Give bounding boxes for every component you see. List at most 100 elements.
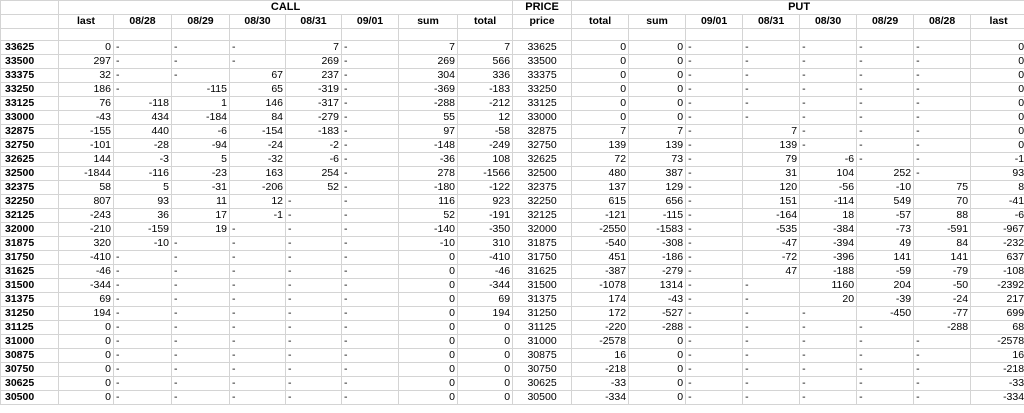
put-cell[interactable]: - (799, 124, 858, 139)
call-cell[interactable]: 5 (171, 152, 230, 167)
put-cell[interactable]: 141 (856, 250, 915, 265)
put-cell[interactable]: - (799, 110, 858, 125)
call-cell[interactable]: 0 (398, 250, 458, 265)
call-cell[interactable]: 76 (58, 96, 114, 111)
call-cell[interactable]: - (341, 82, 399, 97)
call-cell[interactable]: - (171, 390, 230, 405)
call-cell[interactable]: -191 (456, 208, 514, 223)
put-cell[interactable]: - (799, 96, 858, 111)
call-cell[interactable]: - (171, 306, 230, 321)
put-cell[interactable]: 0 (628, 110, 687, 125)
put-cell[interactable]: - (913, 68, 972, 83)
put-cell[interactable]: -186 (628, 250, 687, 265)
put-cell[interactable]: 0 (628, 348, 687, 363)
call-cell[interactable]: -6 (171, 124, 230, 139)
put-cell[interactable]: - (856, 54, 915, 69)
call-cell[interactable]: - (341, 96, 399, 111)
call-cell[interactable]: - (341, 40, 399, 55)
put-col-header[interactable]: 09/01 (685, 14, 744, 29)
put-cell[interactable]: - (685, 292, 744, 307)
call-cell[interactable]: 7 (285, 40, 342, 55)
put-cell[interactable]: - (799, 138, 858, 153)
call-cell[interactable]: - (113, 390, 172, 405)
put-cell[interactable]: -384 (799, 222, 858, 237)
empty-cell[interactable] (456, 28, 514, 41)
call-cell[interactable]: -2 (285, 138, 342, 153)
call-cell[interactable]: -183 (285, 124, 342, 139)
call-cell[interactable]: - (285, 348, 342, 363)
call-cell[interactable]: 254 (285, 166, 342, 181)
put-cell[interactable]: 93 (970, 166, 1024, 181)
call-cell[interactable]: 0 (456, 390, 514, 405)
put-cell[interactable]: 75 (913, 180, 972, 195)
put-cell[interactable]: - (685, 110, 744, 125)
put-cell[interactable]: -6 (970, 208, 1024, 223)
call-cell[interactable]: -159 (113, 222, 172, 237)
put-cell[interactable]: 204 (856, 278, 915, 293)
call-cell[interactable]: - (171, 376, 230, 391)
put-cell[interactable]: 615 (571, 194, 630, 209)
price-cell[interactable]: 32875 (512, 124, 573, 139)
call-cell[interactable]: 0 (58, 376, 114, 391)
put-cell[interactable]: - (685, 152, 744, 167)
put-col-header[interactable]: 08/28 (913, 14, 972, 29)
call-cell[interactable]: -317 (285, 96, 342, 111)
call-cell[interactable]: - (113, 306, 172, 321)
put-cell[interactable]: - (856, 110, 915, 125)
call-cell[interactable]: 0 (58, 320, 114, 335)
put-col-header[interactable]: 08/29 (856, 14, 915, 29)
call-cell[interactable]: - (113, 320, 172, 335)
put-cell[interactable]: -396 (799, 250, 858, 265)
call-cell[interactable]: -319 (285, 82, 342, 97)
empty-cell[interactable] (628, 28, 687, 41)
strike-label[interactable]: 32625 (0, 152, 59, 167)
put-cell[interactable]: 0 (628, 334, 687, 349)
put-cell[interactable]: -47 (742, 236, 801, 251)
call-cell[interactable]: -118 (113, 96, 172, 111)
call-cell[interactable]: 923 (456, 194, 514, 209)
put-cell[interactable]: -540 (571, 236, 630, 251)
call-cell[interactable]: 278 (398, 166, 458, 181)
put-cell[interactable]: 70 (913, 194, 972, 209)
call-cell[interactable]: - (341, 208, 399, 223)
call-cell[interactable]: - (171, 236, 230, 251)
call-cell[interactable]: 320 (58, 236, 114, 251)
price-cell[interactable]: 31000 (512, 334, 573, 349)
call-cell[interactable]: - (171, 54, 230, 69)
price-cell[interactable]: 30625 (512, 376, 573, 391)
price-cell[interactable]: 31375 (512, 292, 573, 307)
strike-label[interactable]: 32875 (0, 124, 59, 139)
call-cell[interactable]: -410 (58, 250, 114, 265)
put-cell[interactable]: -43 (628, 292, 687, 307)
call-cell[interactable]: 269 (285, 54, 342, 69)
put-cell[interactable]: 0 (571, 110, 630, 125)
put-cell[interactable]: 0 (628, 96, 687, 111)
put-cell[interactable]: -72 (742, 250, 801, 265)
call-cell[interactable]: 304 (398, 68, 458, 83)
put-cell[interactable]: -114 (799, 194, 858, 209)
put-cell[interactable]: -188 (799, 264, 858, 279)
call-cell[interactable]: 194 (58, 306, 114, 321)
put-cell[interactable]: -57 (856, 208, 915, 223)
call-cell[interactable]: 0 (456, 320, 514, 335)
call-col-header[interactable]: last (58, 14, 114, 29)
call-cell[interactable]: 5 (113, 180, 172, 195)
put-cell[interactable]: 16 (571, 348, 630, 363)
strike-label[interactable]: 30625 (0, 376, 59, 391)
call-cell[interactable]: 186 (58, 82, 114, 97)
call-cell[interactable]: 0 (398, 362, 458, 377)
put-cell[interactable]: - (799, 348, 858, 363)
call-cell[interactable]: 0 (398, 348, 458, 363)
empty-cell[interactable] (799, 28, 858, 41)
put-cell[interactable]: - (913, 376, 972, 391)
call-cell[interactable]: - (341, 362, 399, 377)
put-col-header[interactable]: 08/31 (742, 14, 801, 29)
call-cell[interactable]: 11 (171, 194, 230, 209)
call-cell[interactable]: 67 (229, 68, 286, 83)
put-cell[interactable]: - (799, 362, 858, 377)
put-section-header[interactable]: PUT (571, 0, 1024, 15)
call-cell[interactable]: - (113, 292, 172, 307)
call-cell[interactable]: -1566 (456, 166, 514, 181)
put-cell[interactable]: -73 (856, 222, 915, 237)
put-cell[interactable]: -2550 (571, 222, 630, 237)
